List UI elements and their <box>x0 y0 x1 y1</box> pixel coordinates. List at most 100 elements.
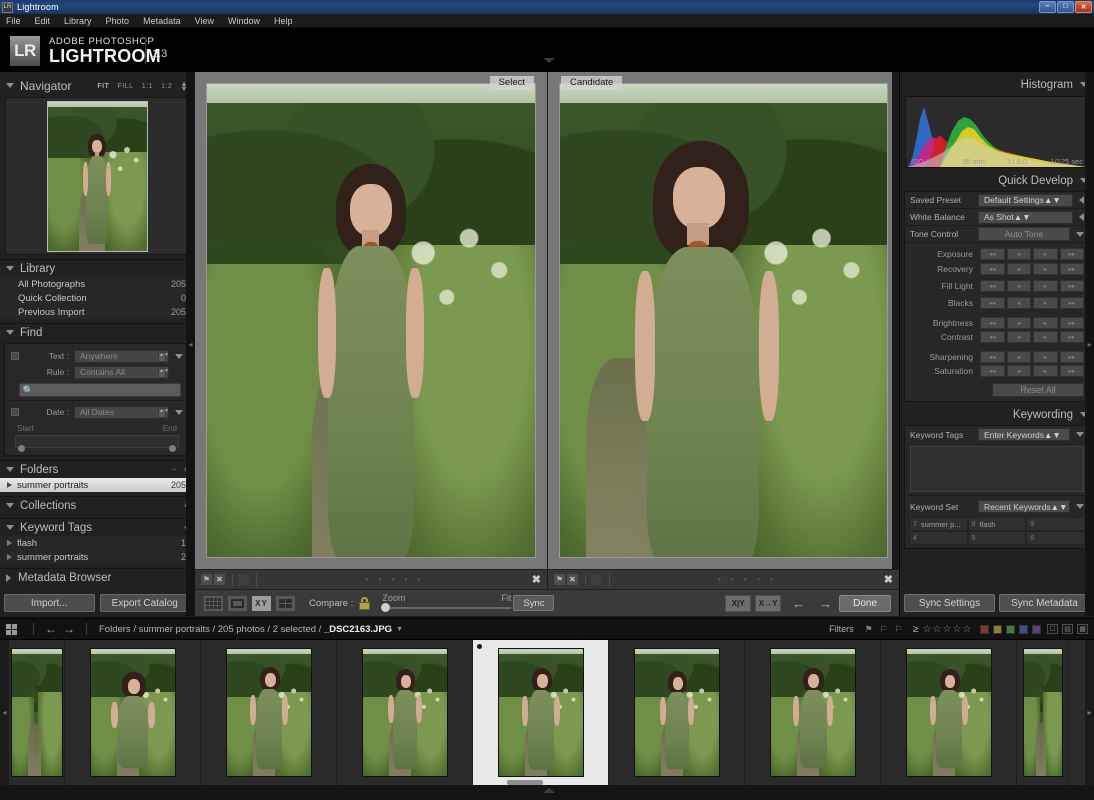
flag-reject-icon[interactable]: ✖ <box>214 574 225 585</box>
date-slider-end-handle[interactable] <box>169 445 176 452</box>
filter-color-blue[interactable] <box>1019 625 1028 634</box>
filter-color-purple[interactable] <box>1032 625 1041 634</box>
contrast-increase-large[interactable]: ▸▸ <box>1060 331 1085 343</box>
chevron-left-icon[interactable] <box>1079 196 1084 204</box>
zoom-slider-track[interactable] <box>382 607 511 609</box>
sync-metadata-button[interactable]: Sync Metadata <box>999 594 1090 612</box>
menu-photo[interactable]: Photo <box>99 14 137 28</box>
recovery-increase[interactable]: ▸ <box>1033 263 1058 275</box>
rating-operator[interactable]: ≥ <box>913 624 919 635</box>
exposure-increase-large[interactable]: ▸▸ <box>1060 248 1085 260</box>
brightness-decrease[interactable]: ◂ <box>1007 317 1032 329</box>
navigator-preview[interactable] <box>5 97 189 255</box>
navigator-header[interactable]: Navigator FIT FILL 1:1 1:2 ▲▼ <box>0 77 194 94</box>
candidate-image[interactable] <box>559 83 888 558</box>
keyword-tags-select[interactable]: Enter Keywords ▲▼ <box>978 428 1070 441</box>
chevron-down-icon[interactable] <box>175 354 183 359</box>
sharpening-decrease-large[interactable]: ◂◂ <box>980 351 1005 363</box>
saturation-decrease-large[interactable]: ◂◂ <box>980 365 1005 377</box>
find-search-input[interactable]: 🔍 <box>19 383 181 397</box>
keyword-set-cell-6[interactable]: 6 <box>1026 531 1085 545</box>
auto-tone-button[interactable]: Auto Tone <box>978 227 1070 241</box>
brightness-increase-large[interactable]: ▸▸ <box>1060 317 1085 329</box>
chevron-down-icon[interactable] <box>6 525 14 530</box>
right-panel-collapse-arrow[interactable]: ▸ <box>1085 72 1094 616</box>
chevron-down-icon[interactable] <box>6 330 14 335</box>
filmstrip-scroll-left[interactable]: ◂ <box>0 640 9 785</box>
library-item-all-photographs[interactable]: All Photographs 205 <box>0 277 194 291</box>
menu-help[interactable]: Help <box>267 14 300 28</box>
reset-all-button[interactable]: Reset All <box>992 383 1084 397</box>
filter-layout-toggle[interactable]: ▤ <box>1062 624 1073 634</box>
center-scrollbar[interactable] <box>892 72 899 569</box>
stepper-icon[interactable]: ▲▼ <box>1014 212 1031 222</box>
list-item[interactable] <box>65 640 201 785</box>
top-panel-collapse-icon[interactable] <box>543 58 555 63</box>
chevron-down-icon[interactable]: ▼ <box>396 626 403 633</box>
zoom-1-2[interactable]: 1:2 <box>161 81 172 90</box>
color-label-icon[interactable] <box>591 574 602 585</box>
filter-star-5[interactable]: ☆ <box>963 624 972 635</box>
keyword-input[interactable] <box>910 446 1084 492</box>
forward-arrow-icon[interactable]: → <box>63 622 75 636</box>
chevron-right-icon[interactable] <box>6 574 11 582</box>
recovery-decrease[interactable]: ◂ <box>1007 263 1032 275</box>
left-panel-collapse-arrow[interactable]: ◂ <box>186 72 195 616</box>
keyword-set-cell-5[interactable]: 5 <box>968 531 1027 545</box>
zoom-1-1[interactable]: 1:1 <box>142 81 153 90</box>
lock-icon[interactable] <box>359 597 370 610</box>
blacks-increase[interactable]: ▸ <box>1033 297 1058 309</box>
chevron-right-icon[interactable] <box>7 482 12 488</box>
identity-plate[interactable]: LR ADOBE PHOTOSHOP LIGHTROOM <box>10 36 161 66</box>
blacks-increase-large[interactable]: ▸▸ <box>1060 297 1085 309</box>
menu-library[interactable]: Library <box>57 14 99 28</box>
exposure-decrease[interactable]: ◂ <box>1007 248 1032 260</box>
saturation-decrease[interactable]: ◂ <box>1007 365 1032 377</box>
stepper-icon[interactable]: ▲▼ <box>158 368 166 378</box>
list-item[interactable] <box>1017 640 1069 785</box>
blacks-decrease-large[interactable]: ◂◂ <box>980 297 1005 309</box>
sharpening-decrease[interactable]: ◂ <box>1007 351 1032 363</box>
zoom-fit[interactable]: FIT <box>97 81 109 90</box>
chevron-down-icon[interactable] <box>6 266 14 271</box>
list-item[interactable] <box>473 640 609 785</box>
filmstrip-scroll-right[interactable]: ▸ <box>1085 640 1094 785</box>
clear-candidate-icon[interactable]: ✖ <box>884 573 893 586</box>
contrast-decrease[interactable]: ◂ <box>1007 331 1032 343</box>
exposure-increase[interactable]: ▸ <box>1033 248 1058 260</box>
library-item-quick-collection[interactable]: Quick Collection 0 <box>0 291 194 305</box>
filter-star-2[interactable]: ☆ <box>933 624 942 635</box>
sync-button[interactable]: Sync <box>513 595 554 611</box>
zoom-slider-knob[interactable] <box>381 603 390 612</box>
date-slider-start-handle[interactable] <box>18 445 25 452</box>
date-range-slider[interactable] <box>15 435 179 448</box>
menu-edit[interactable]: Edit <box>28 14 58 28</box>
contrast-increase[interactable]: ▸ <box>1033 331 1058 343</box>
swap-button[interactable]: X|Y <box>725 595 751 612</box>
bottom-panel-collapse-icon[interactable] <box>543 788 555 793</box>
stepper-icon[interactable]: ▲▼ <box>1051 502 1068 512</box>
list-item[interactable] <box>881 640 1017 785</box>
filmstrip-scroller[interactable] <box>9 640 1069 785</box>
make-select-button[interactable]: X→Y <box>755 595 781 612</box>
library-header[interactable]: Library <box>0 260 194 277</box>
breadcrumb[interactable]: Folders / summer portraits / 205 photos … <box>99 624 392 635</box>
filmstrip-panel-toggle[interactable]: ▦ <box>1077 624 1088 634</box>
stepper-icon[interactable]: ▲▼ <box>1044 430 1061 440</box>
sharpening-increase[interactable]: ▸ <box>1033 351 1058 363</box>
close-button[interactable]: ✕ <box>1075 1 1092 13</box>
filter-star-3[interactable]: ☆ <box>943 624 952 635</box>
color-label-icon[interactable] <box>238 574 249 585</box>
menu-view[interactable]: View <box>188 14 221 28</box>
grid-view-button[interactable] <box>203 595 224 612</box>
saturation-increase[interactable]: ▸ <box>1033 365 1058 377</box>
chevron-down-icon[interactable] <box>175 410 183 415</box>
filter-flag-reject-icon[interactable]: ⚐ <box>895 624 904 634</box>
restore-button[interactable]: □ <box>1057 1 1074 13</box>
sharpening-increase-large[interactable]: ▸▸ <box>1060 351 1085 363</box>
brightness-increase[interactable]: ▸ <box>1033 317 1058 329</box>
filter-flag-pick-icon[interactable]: ⚑ <box>865 624 874 634</box>
sync-settings-button[interactable]: Sync Settings <box>904 594 995 612</box>
list-item[interactable] <box>609 640 745 785</box>
fill-light-decrease-large[interactable]: ◂◂ <box>980 280 1005 292</box>
